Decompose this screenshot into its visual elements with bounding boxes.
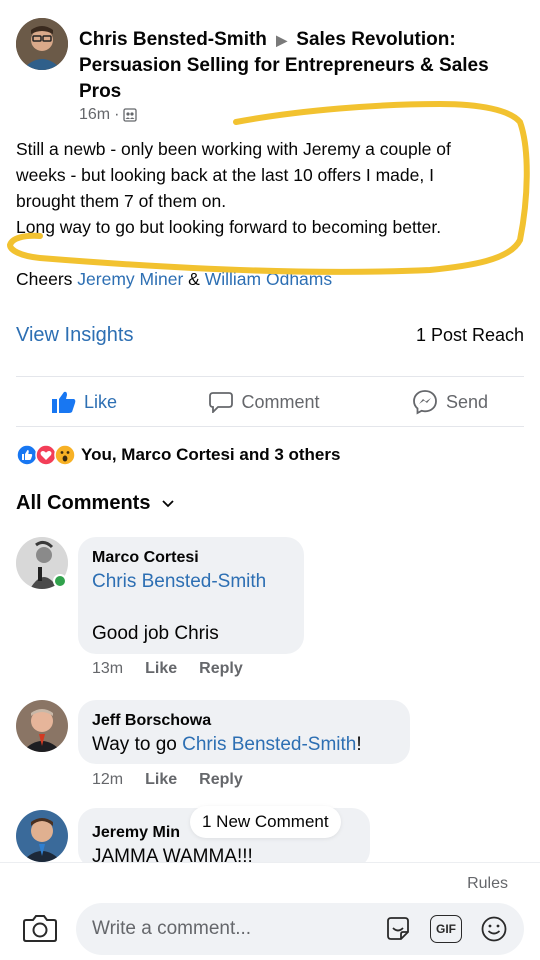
comment-input[interactable] [92, 903, 372, 955]
comment-bubble: Jeff Borschowa Way to go Chris Bensted-S… [78, 700, 410, 764]
chevron-down-icon [162, 499, 175, 507]
comment-like-button[interactable]: Like [145, 660, 177, 678]
arrow-right-icon: ▶ [276, 32, 287, 48]
tagged-user-link[interactable]: William Odhams [205, 269, 332, 289]
comment-label: Comment [241, 391, 320, 412]
comment-text-prefix: Way to go [92, 734, 177, 755]
comment-mention[interactable]: Chris Bensted-Smith [92, 569, 290, 595]
emoji-icon[interactable] [480, 915, 508, 943]
new-comment-pill[interactable]: 1 New Comment [190, 806, 341, 838]
comment-reply-button[interactable]: Reply [199, 771, 243, 789]
wow-reaction-icon [54, 444, 76, 466]
post-cheers: Cheers Jeremy Miner & William Odhams [16, 266, 332, 292]
comment-reply-button[interactable]: Reply [199, 660, 243, 678]
post-text-line: brought them 7 of them on. [16, 191, 227, 211]
cheers-text: Cheers [16, 269, 73, 289]
like-button[interactable]: Like [52, 391, 117, 413]
post-text-line: weeks - but looking back at the last 10 … [16, 165, 434, 185]
author-avatar[interactable] [16, 18, 68, 70]
comment-text: Way to go Chris Bensted-Smith! [92, 732, 396, 758]
all-comments-label: All Comments [16, 492, 151, 514]
camera-icon[interactable] [22, 913, 58, 943]
author-name[interactable]: Chris Bensted-Smith [79, 29, 267, 50]
comment-icon [209, 392, 234, 413]
messenger-icon [413, 390, 437, 415]
gif-label: GIF [436, 922, 456, 936]
post-text-line: Still a newb - only been working with Je… [16, 139, 451, 159]
divider [16, 376, 524, 377]
send-button[interactable]: Send [412, 389, 488, 415]
commenter-avatar[interactable] [16, 700, 68, 752]
comment-author[interactable]: Marco Cortesi [92, 547, 290, 569]
comment-input-box[interactable]: GIF [76, 903, 524, 955]
like-label: Like [84, 391, 118, 412]
comment-actions: 12m Like Reply [92, 771, 243, 789]
gif-button[interactable]: GIF [430, 915, 462, 943]
sticker-icon[interactable] [384, 915, 412, 943]
post-text-line: Long way to go but looking forward to be… [16, 217, 442, 237]
group-privacy-icon [123, 108, 138, 122]
online-status-dot [53, 574, 67, 588]
comment-button[interactable]: Comment [209, 391, 320, 413]
view-insights-link[interactable]: View Insights [16, 324, 133, 347]
cheers-and: & [188, 269, 200, 289]
post-header: Chris Bensted-Smith ▶ Sales Revolution: … [16, 18, 526, 128]
post-meta: 16m · [79, 106, 138, 124]
comment-actions: 13m Like Reply [92, 660, 243, 678]
reaction-icons [16, 444, 76, 466]
post-title: Chris Bensted-Smith ▶ Sales Revolution: … [79, 27, 519, 105]
comment-time: 12m [92, 771, 124, 788]
divider [16, 426, 524, 427]
rules-link[interactable]: Rules [467, 875, 508, 893]
comment-bubble: Marco Cortesi Chris Bensted-Smith Good j… [78, 537, 304, 654]
comment-text: Good job Chris [92, 623, 219, 644]
comments-filter-dropdown[interactable]: All Comments [16, 492, 175, 515]
post-body: Still a newb - only been working with Je… [16, 136, 526, 240]
send-label: Send [445, 391, 488, 412]
thumbs-up-icon [52, 391, 76, 413]
comment-author[interactable]: Jeff Borschowa [92, 710, 396, 732]
comment-mention[interactable]: Chris Bensted-Smith [182, 734, 356, 755]
comment-time: 13m [92, 660, 124, 677]
reactions-summary[interactable]: You, Marco Cortesi and 3 others [16, 442, 340, 468]
insights-row: View Insights 1 Post Reach [16, 320, 524, 350]
commenter-avatar[interactable] [16, 810, 68, 862]
comment-text-suffix: ! [356, 734, 362, 755]
post-actions: Like Comment Send [16, 380, 524, 424]
tagged-user-link[interactable]: Jeremy Miner [77, 269, 183, 289]
post-time[interactable]: 16m [79, 106, 110, 124]
post-reach: 1 Post Reach [415, 324, 524, 345]
reactions-text: You, Marco Cortesi and 3 others [81, 445, 341, 464]
comment-like-button[interactable]: Like [145, 771, 177, 789]
meta-separator: · [114, 106, 120, 123]
comment-composer-area: Rules GIF [0, 862, 540, 960]
